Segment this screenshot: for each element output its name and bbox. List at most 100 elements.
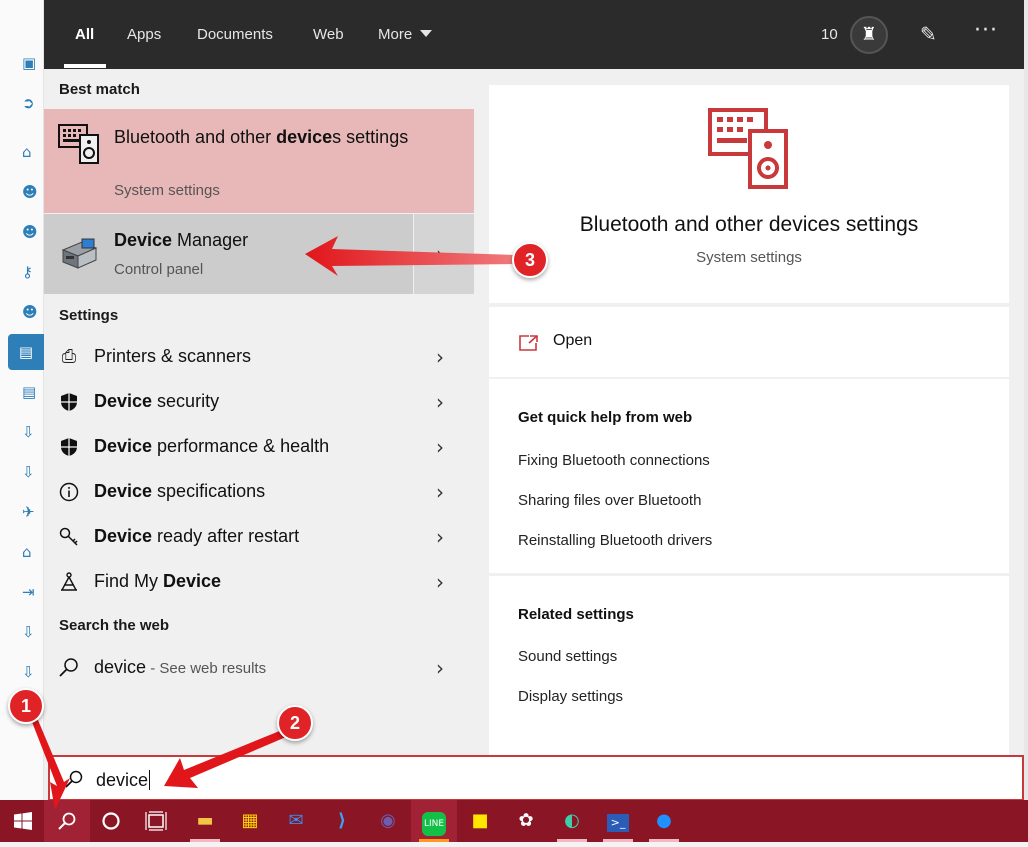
form-icon[interactable]: ▤ [8, 334, 44, 370]
user-icon[interactable]: ☻ [22, 223, 44, 241]
users-icon[interactable]: ☻ [22, 183, 44, 201]
settings-item-device-ready[interactable]: Device ready after restart › [44, 515, 474, 559]
eclipse-icon[interactable]: ◉ [365, 800, 411, 842]
settings-item-printers[interactable]: ⎙ Printers & scanners › [44, 335, 474, 379]
tab-more[interactable]: More [378, 26, 433, 43]
task-view-icon[interactable] [133, 800, 179, 842]
device-manager-icon [61, 238, 98, 269]
search-tabs-bar: All Apps Documents Web More 10 ♜ ✎ ··· [44, 0, 1024, 69]
chevron-right-icon: › [436, 480, 444, 504]
label-match: Device [94, 436, 153, 456]
settings-item-device-specifications[interactable]: Device specifications › [44, 470, 474, 514]
plane-icon[interactable]: ✈ [22, 503, 44, 521]
login-icon[interactable]: ⇥ [22, 583, 44, 601]
preview-title: Bluetooth and other devices settings [579, 213, 919, 236]
user-settings-icon[interactable]: ☻ [22, 303, 44, 321]
sticky-notes-icon[interactable]: ■ [457, 800, 503, 842]
key-icon[interactable]: ⚷ [22, 263, 44, 281]
download-icon[interactable]: ⇩ [22, 423, 44, 441]
preview-pane: Bluetooth and other devices settings Sys… [489, 85, 1009, 755]
device-manager-expand-button[interactable]: › [414, 214, 474, 294]
annotation-badge-3: 3 [512, 242, 548, 278]
chevron-right-icon: › [436, 435, 444, 459]
line-icon[interactable]: LINE [411, 800, 457, 842]
label-part: security [152, 391, 220, 411]
edge-icon[interactable]: ◐ [549, 800, 595, 842]
best-match-title: Bluetooth and other devices settings [114, 125, 414, 150]
chevron-right-icon: › [436, 390, 444, 414]
download-icon[interactable]: ⇩ [22, 463, 44, 481]
search-icon [65, 770, 83, 788]
home-icon[interactable]: ⌂ [22, 143, 44, 161]
settings-item-label: Printers & scanners [94, 346, 251, 367]
file-explorer-icon[interactable]: ▬ [182, 800, 228, 842]
tab-web[interactable]: Web [313, 26, 344, 43]
settings-item-label: Device performance & health [94, 436, 329, 457]
quick-help-link[interactable]: Sharing files over Bluetooth [518, 492, 701, 509]
tab-more-label: More [378, 26, 413, 43]
settings-item-label: Device specifications [94, 481, 265, 502]
vscode-icon[interactable]: ⟩ [319, 800, 365, 842]
store-icon[interactable]: ▦ [227, 800, 273, 842]
download-icon[interactable]: ⇩ [22, 663, 44, 681]
tab-apps[interactable]: Apps [127, 26, 161, 43]
trophy-icon[interactable]: ♜ [850, 16, 888, 54]
feedback-icon[interactable]: ✎ [920, 22, 937, 46]
label-match: Device [94, 481, 153, 501]
title-match: Device [114, 230, 173, 250]
cortana-icon[interactable] [88, 800, 134, 842]
settings-item-device-performance[interactable]: Device performance & health › [44, 425, 474, 469]
web-result-item[interactable]: device - See web results › [44, 646, 474, 690]
search-input[interactable]: device [48, 755, 1024, 801]
best-match-item[interactable]: Bluetooth and other devices settings Sys… [44, 109, 474, 213]
tab-all[interactable]: All [75, 26, 94, 43]
mail-icon[interactable]: ✉ [273, 800, 319, 842]
logout-icon[interactable]: ➲ [22, 94, 44, 112]
annotation-badge-2: 2 [277, 705, 313, 741]
label-part: Printers & scanners [94, 346, 252, 366]
related-settings-link[interactable]: Sound settings [518, 648, 617, 665]
shield-icon [61, 438, 77, 456]
quick-help-card: Get quick help from web Fixing Bluetooth… [489, 379, 1009, 573]
windows-start-icon[interactable] [0, 800, 46, 842]
tab-documents[interactable]: Documents [197, 26, 273, 43]
shield-icon [61, 393, 77, 411]
device-manager-item[interactable]: Device Manager Control panel [44, 214, 413, 294]
related-settings-link[interactable]: Display settings [518, 688, 623, 705]
settings-header: Settings [59, 307, 119, 324]
powershell-icon[interactable]: >_ [595, 800, 641, 842]
search-icon[interactable] [44, 800, 90, 842]
more-options-icon[interactable]: ··· [974, 18, 998, 43]
find-device-icon [61, 572, 77, 591]
chevron-right-icon: › [436, 242, 444, 266]
list-icon[interactable]: ▤ [22, 383, 44, 401]
chevron-right-icon: › [436, 570, 444, 594]
web-query: device [94, 657, 147, 677]
clipboard-icon[interactable]: ▣ [22, 54, 44, 72]
chevron-right-icon: › [436, 656, 444, 680]
title-part: s settings [332, 127, 409, 147]
download-icon[interactable]: ⇩ [22, 623, 44, 641]
related-settings-card: Related settings Sound settings Display … [489, 576, 1009, 755]
settings-item-device-security[interactable]: Device security › [44, 380, 474, 424]
quick-help-link[interactable]: Reinstalling Bluetooth drivers [518, 532, 712, 549]
key-icon [59, 527, 78, 546]
open-action[interactable]: Open [489, 307, 1009, 377]
label-match: Device [163, 571, 222, 591]
chevron-right-icon: › [436, 525, 444, 549]
home-icon[interactable]: ⌂ [22, 543, 44, 561]
devices-icon [58, 124, 99, 164]
settings-item-find-my-device[interactable]: Find My Device › [44, 560, 474, 604]
quick-help-link[interactable]: Fixing Bluetooth connections [518, 452, 710, 469]
search-icon [59, 658, 78, 677]
active-tab-indicator [64, 64, 106, 68]
paint-icon[interactable]: ✿ [503, 800, 549, 842]
title-match: device [276, 127, 333, 147]
title-part: Bluetooth and other [114, 127, 277, 147]
best-match-header: Best match [59, 81, 140, 98]
web-sub: - See web results [146, 660, 267, 677]
device-manager-subtitle: Control panel [114, 261, 204, 278]
label-part: ready after restart [152, 526, 300, 546]
search-text: device [96, 770, 149, 790]
messenger-icon[interactable]: ● [641, 800, 687, 842]
